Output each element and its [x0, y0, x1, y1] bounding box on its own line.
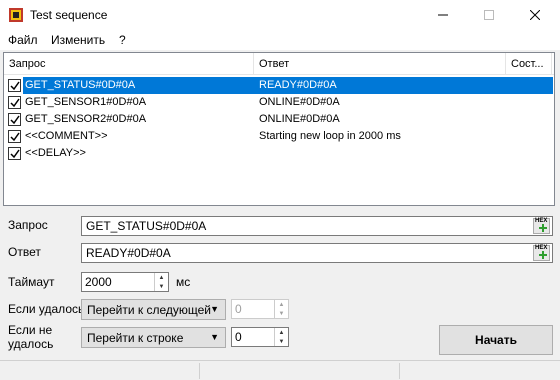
menu-bar: Файл Изменить ?: [0, 30, 560, 50]
column-header-status[interactable]: Сост...: [506, 53, 552, 75]
list-header: Запрос Ответ Сост...: [4, 53, 554, 75]
response-value: READY#0D#0A: [86, 246, 171, 260]
spin-down-icon[interactable]: ▼: [275, 337, 288, 346]
timeout-spin-arrows: ▲ ▼: [154, 273, 168, 291]
minimize-icon: [438, 14, 448, 16]
on-success-spin-arrows: ▲ ▼: [274, 300, 288, 318]
row-checkbox[interactable]: [8, 130, 21, 143]
row-request: GET_SENSOR1#0D#0A: [25, 96, 147, 108]
sequence-list[interactable]: Запрос Ответ Сост... GET_STATUS#0D#0A RE…: [3, 52, 555, 206]
timeout-unit: мс: [176, 275, 191, 289]
spin-down-icon: ▼: [278, 310, 285, 317]
response-hex-button[interactable]: HEX: [533, 245, 550, 261]
check-icon: [10, 149, 20, 159]
spin-up-icon[interactable]: ▲: [155, 273, 168, 282]
spin-down-icon[interactable]: ▼: [155, 282, 168, 291]
status-segment: [200, 363, 400, 379]
menu-file[interactable]: Файл: [8, 33, 38, 47]
response-input[interactable]: READY#0D#0A HEX: [81, 243, 553, 263]
request-label: Запрос: [8, 218, 48, 232]
request-hex-button[interactable]: HEX: [533, 218, 550, 234]
test-sequence-window: Test sequence Файл Изменить ? Запрос Отв…: [0, 0, 560, 380]
spin-up-icon: ▲: [278, 301, 285, 308]
check-icon: [10, 115, 20, 125]
on-success-line-value: 0: [235, 302, 242, 316]
on-success-action-value: Перейти к следующей: [87, 303, 211, 317]
row-checkbox[interactable]: [8, 79, 21, 92]
check-icon: [10, 132, 20, 142]
row-request: GET_STATUS#0D#0A: [25, 79, 136, 91]
menu-edit[interactable]: Изменить: [51, 33, 105, 47]
list-rows: GET_STATUS#0D#0A READY#0D#0A GET_SENSOR1…: [4, 77, 554, 162]
maximize-icon: [484, 10, 494, 20]
row-response: Starting new loop in 2000 ms: [259, 130, 401, 142]
on-success-label: Если удалось: [8, 302, 85, 316]
window-title: Test sequence: [30, 8, 108, 22]
status-segment: [0, 363, 200, 379]
on-success-line-spinbox: 0 ▲ ▼: [231, 299, 289, 319]
close-button[interactable]: [512, 0, 558, 30]
column-header-response[interactable]: Ответ: [254, 53, 506, 75]
row-request: GET_SENSOR2#0D#0A: [25, 113, 147, 125]
start-button[interactable]: Начать: [439, 325, 553, 355]
row-response: ONLINE#0D#0A: [259, 96, 340, 108]
timeout-spinbox[interactable]: 2000 ▲ ▼: [81, 272, 169, 292]
menu-help[interactable]: ?: [119, 33, 126, 47]
on-fail-label-line1: Если не: [8, 323, 53, 337]
plus-icon: [539, 251, 547, 259]
chevron-down-icon: ▼: [210, 304, 219, 314]
minimize-button[interactable]: [420, 0, 466, 30]
check-icon: [10, 81, 20, 91]
list-row[interactable]: GET_SENSOR2#0D#0A ONLINE#0D#0A: [4, 111, 554, 128]
timeout-value: 2000: [85, 275, 112, 289]
chevron-down-icon: ▼: [210, 332, 219, 342]
on-fail-label-line2: удалось: [8, 337, 54, 351]
response-label: Ответ: [8, 245, 41, 259]
check-icon: [10, 98, 20, 108]
status-bar: [0, 360, 560, 380]
on-fail-action-select[interactable]: Перейти к строке ▼: [81, 327, 226, 348]
list-row[interactable]: <<COMMENT>> Starting new loop in 2000 ms: [4, 128, 554, 145]
timeout-label: Таймаут: [8, 275, 55, 289]
row-checkbox[interactable]: [8, 113, 21, 126]
row-response: ONLINE#0D#0A: [259, 113, 340, 125]
maximize-button[interactable]: [466, 0, 512, 30]
title-bar: Test sequence: [0, 0, 560, 30]
on-fail-line-value: 0: [235, 330, 242, 344]
close-icon: [530, 10, 540, 20]
list-row[interactable]: GET_SENSOR1#0D#0A ONLINE#0D#0A: [4, 94, 554, 111]
list-row[interactable]: <<DELAY>>: [4, 145, 554, 162]
list-row[interactable]: GET_STATUS#0D#0A READY#0D#0A: [4, 77, 554, 94]
request-input[interactable]: GET_STATUS#0D#0A HEX: [81, 216, 553, 236]
on-success-action-select[interactable]: Перейти к следующей ▼: [81, 299, 226, 320]
row-request: <<COMMENT>>: [25, 130, 108, 142]
on-fail-action-value: Перейти к строке: [87, 331, 184, 345]
spin-up-icon[interactable]: ▲: [275, 328, 288, 337]
plus-icon: [539, 224, 547, 232]
row-checkbox[interactable]: [8, 96, 21, 109]
on-fail-spin-arrows: ▲ ▼: [274, 328, 288, 346]
row-request: <<DELAY>>: [25, 147, 86, 159]
app-icon: [9, 8, 23, 22]
row-checkbox[interactable]: [8, 147, 21, 160]
request-value: GET_STATUS#0D#0A: [86, 219, 207, 233]
on-fail-line-spinbox[interactable]: 0 ▲ ▼: [231, 327, 289, 347]
column-header-request[interactable]: Запрос: [4, 53, 254, 75]
row-response: READY#0D#0A: [259, 79, 337, 91]
